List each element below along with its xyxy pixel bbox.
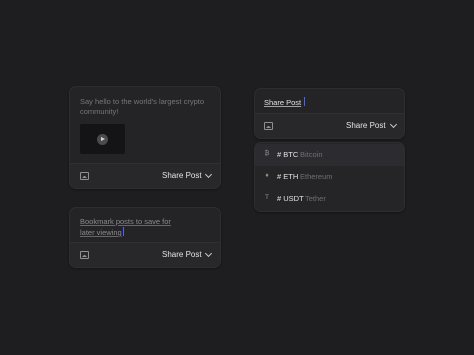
chevron-down-icon[interactable] bbox=[204, 170, 213, 179]
image-icon[interactable] bbox=[264, 122, 273, 130]
dropdown-item-btc[interactable]: ₿ # BTC Bitcoin bbox=[255, 144, 404, 166]
hashtag-symbol: # USDT bbox=[277, 194, 304, 203]
composer-footer: Share Post bbox=[70, 242, 220, 267]
dropdown-item-usdt[interactable]: T # USDT Tether bbox=[255, 188, 404, 210]
post-text-line2: later viewing bbox=[80, 228, 122, 237]
post-input[interactable]: Share Post bbox=[264, 97, 306, 108]
tether-icon: T bbox=[265, 194, 269, 201]
chevron-down-icon[interactable] bbox=[389, 120, 398, 129]
hashtag-symbol: # ETH bbox=[277, 172, 299, 181]
video-thumbnail[interactable] bbox=[80, 124, 125, 154]
hashtag-symbol: # BTC bbox=[277, 150, 299, 159]
share-post-button[interactable]: Share Post bbox=[162, 171, 202, 180]
post-input[interactable]: Say hello to the world's largest crypto … bbox=[80, 97, 208, 117]
coin-name: Ethereum bbox=[300, 172, 333, 181]
hashtag-dropdown: ₿ # BTC Bitcoin ♦ # ETH Ethereum T # USD… bbox=[254, 142, 405, 212]
share-post-button[interactable]: Share Post bbox=[162, 250, 202, 259]
composer-footer: Share Post bbox=[255, 113, 404, 138]
image-icon[interactable] bbox=[80, 172, 89, 180]
composer-footer: Share Post bbox=[70, 163, 220, 188]
text-caret bbox=[122, 227, 124, 236]
image-icon[interactable] bbox=[80, 251, 89, 259]
post-input[interactable]: Bookmark posts to save for later viewing bbox=[80, 217, 210, 238]
ethereum-icon: ♦ bbox=[265, 172, 269, 179]
post-text-line1: Bookmark posts to save for bbox=[80, 217, 171, 226]
composer-card-share: Share Post Share Post bbox=[254, 88, 405, 139]
post-input-value: Share Post bbox=[264, 98, 302, 107]
dropdown-item-eth[interactable]: ♦ # ETH Ethereum bbox=[255, 166, 404, 188]
bitcoin-icon: ₿ bbox=[264, 150, 270, 157]
share-post-button[interactable]: Share Post bbox=[346, 121, 386, 130]
play-icon[interactable] bbox=[97, 134, 108, 145]
chevron-down-icon[interactable] bbox=[204, 249, 213, 258]
composer-card-bookmark: Bookmark posts to save for later viewing… bbox=[69, 207, 221, 268]
text-caret bbox=[304, 97, 306, 106]
coin-name: Tether bbox=[305, 194, 326, 203]
coin-name: Bitcoin bbox=[300, 150, 323, 159]
